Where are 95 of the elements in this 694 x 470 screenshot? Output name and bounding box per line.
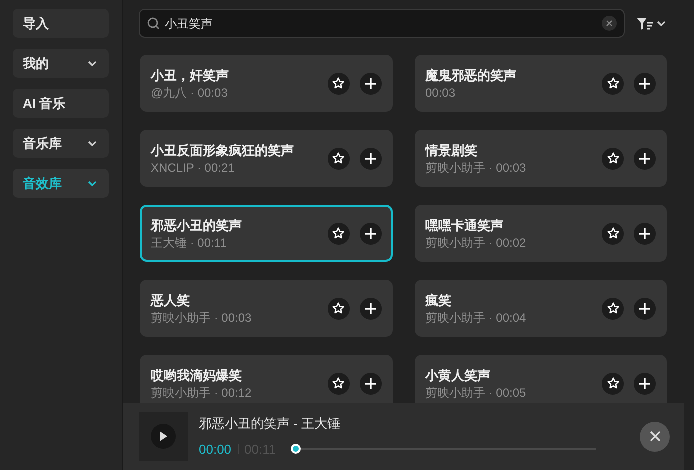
add-button[interactable] [634,148,656,170]
sound-title: 瘋笑 [426,292,452,310]
sound-meta: @九八 · 00:03 [151,84,229,102]
sound-card[interactable]: 小黄人笑声 剪映小助手 · 00:05 [414,355,667,403]
sound-title: 小丑，奸笑声 [151,66,230,84]
chevron-icon [657,20,666,26]
plus-icon [639,378,651,390]
plus-icon [639,228,651,240]
star-icon [332,377,345,390]
sound-title: 邪恶小丑的笑声 [151,216,243,234]
play-button[interactable] [151,424,176,449]
add-button[interactable] [360,222,382,244]
plus-icon [364,152,376,164]
sidebar-item[interactable]: 音乐库 [13,129,109,158]
sidebar-label: AI 音乐 [23,94,66,113]
plus-icon [639,152,651,164]
add-button[interactable] [634,298,656,320]
current-time: 00:00 [199,440,232,458]
add-button[interactable] [360,148,382,170]
track-title: 邪恶小丑的笑声 - 王大锤 [199,415,342,433]
favorite-button[interactable] [328,298,350,320]
sidebar-label: 音乐库 [23,134,62,153]
favorite-button[interactable] [328,72,350,94]
filter-button[interactable] [637,16,666,30]
favorite-button[interactable] [328,222,350,244]
star-icon [606,227,620,240]
sidebar-label: 音效库 [23,174,62,193]
sound-meta: 剪映小助手 · 00:12 [151,384,253,402]
sound-meta: XNCLIP · 00:21 [151,160,236,176]
sidebar-item[interactable]: 导入 [13,9,109,38]
star-icon [606,302,620,315]
search-value: 小丑笑声 [165,16,214,32]
sound-meta: 剪映小助手 · 00:03 [151,310,253,326]
sidebar-item[interactable]: 我的 [13,49,109,78]
favorite-button[interactable] [328,148,350,170]
close-button[interactable] [640,422,670,452]
clear-button[interactable] [602,16,617,31]
sound-card[interactable]: 小丑，奸笑声 @九八 · 00:03 [140,55,392,112]
star-icon [332,77,345,90]
star-icon [606,377,620,390]
sidebar-label: 导入 [23,14,49,33]
progress-thumb[interactable] [291,444,302,454]
sound-meta: 剪映小助手 · 00:03 [426,160,528,176]
plus-icon [639,78,651,90]
star-icon [332,152,345,165]
favorite-button[interactable] [328,372,350,394]
sidebar-item[interactable]: AI 音乐 [13,89,109,118]
favorite-button[interactable] [602,148,624,170]
star-icon [606,152,620,165]
add-button[interactable] [634,372,656,394]
add-button[interactable] [360,298,382,320]
sound-title: 小黄人笑声 [426,366,492,384]
plus-icon [364,78,376,90]
sound-meta: 剪映小助手 · 00:04 [426,310,528,326]
sound-title: 哎哟我滴妈爆笑 [151,366,243,384]
add-button[interactable] [360,72,382,94]
sound-card[interactable]: 小丑反面形象疯狂的笑声 XNCLIP · 00:21 [140,130,392,187]
sound-card[interactable]: 魔鬼邪恶的笑声 00:03 [414,55,667,112]
sound-card[interactable]: 邪恶小丑的笑声 王大锤 · 00:11 [140,205,392,262]
sound-title: 嘿嘿卡通笑声 [426,216,504,234]
sidebar-label: 我的 [23,54,49,73]
favorite-button[interactable] [602,72,624,94]
sound-card[interactable]: 恶人笑 剪映小助手 · 00:03 [140,280,392,337]
plus-icon [364,228,376,240]
filter-icon [637,16,654,30]
sound-title: 情景剧笑 [426,142,478,160]
sound-meta: 剪映小助手 · 00:05 [426,384,528,402]
plus-icon [364,378,376,390]
search-field[interactable]: 小丑笑声 [139,9,625,38]
sound-title: 小丑反面形象疯狂的笑声 [151,142,295,160]
star-icon [332,302,345,315]
favorite-button[interactable] [602,222,624,244]
search-icon [147,17,160,30]
sound-meta: 00:03 [426,84,457,102]
add-button[interactable] [360,372,382,394]
favorite-button[interactable] [602,372,624,394]
sound-card[interactable]: 哎哟我滴妈爆笑 剪映小助手 · 00:12 [140,355,392,403]
star-icon [332,227,345,240]
add-button[interactable] [634,72,656,94]
close-icon [606,20,613,27]
plus-icon [364,302,376,314]
close-icon [650,431,660,442]
play-icon [159,431,168,442]
sound-card[interactable]: 瘋笑 剪映小助手 · 00:04 [414,280,667,337]
star-icon [606,77,620,90]
sound-title: 魔鬼邪恶的笑声 [426,66,518,84]
sidebar-item[interactable]: 音效库 [13,169,109,198]
plus-icon [639,302,651,314]
sound-card[interactable]: 情景剧笑 剪映小助手 · 00:03 [414,130,667,187]
add-button[interactable] [634,222,656,244]
sound-card[interactable]: 嘿嘿卡通笑声 剪映小助手 · 00:02 [414,205,667,262]
sound-title: 恶人笑 [151,292,191,310]
favorite-button[interactable] [602,298,624,320]
sound-meta: 剪映小助手 · 00:02 [426,234,528,252]
sound-meta: 王大锤 · 00:11 [151,234,228,252]
